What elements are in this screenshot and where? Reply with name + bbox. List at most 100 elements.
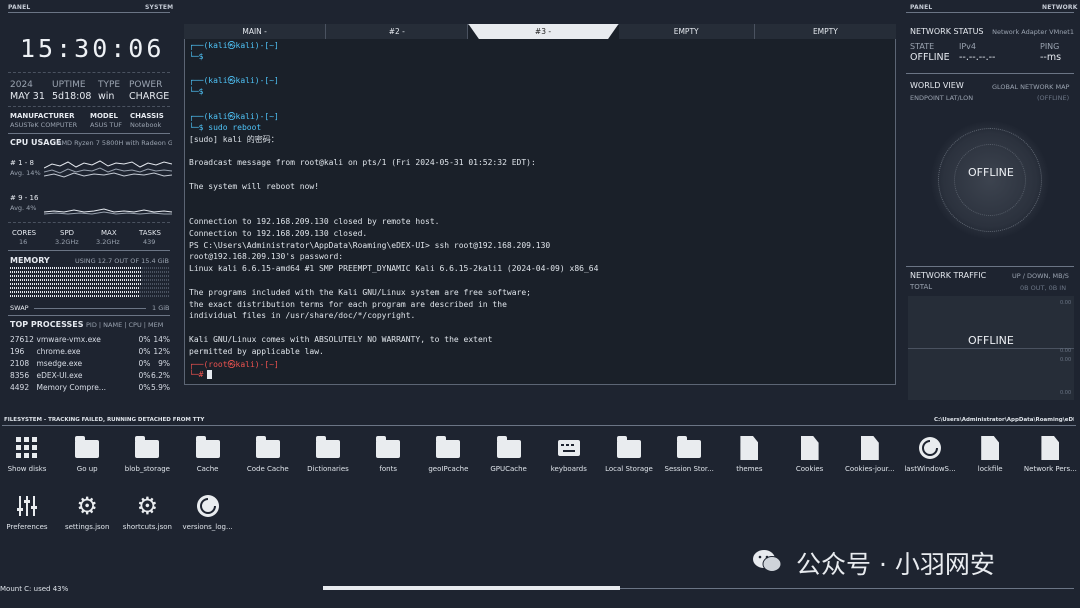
memory-usage-grid bbox=[10, 267, 170, 299]
file-item-cookies[interactable]: Cookies bbox=[781, 436, 839, 473]
file-item-label: Cookies bbox=[795, 465, 824, 473]
world-view-subtitle: GLOBAL NETWORK MAP bbox=[992, 83, 1070, 91]
file-item-lockfile[interactable]: lockfile bbox=[961, 436, 1019, 473]
folder-icon bbox=[316, 436, 340, 460]
sliders-icon bbox=[15, 494, 39, 518]
terminal-line: the exact distribution terms for each pr… bbox=[189, 299, 507, 309]
traffic-offline: OFFLINE bbox=[968, 334, 1014, 347]
year: 2024 bbox=[10, 80, 33, 90]
file-item-geoipcache[interactable]: geoIPcache bbox=[419, 436, 477, 473]
file-item-code-cache[interactable]: Code Cache bbox=[239, 436, 297, 473]
tab-2[interactable]: #2 - bbox=[326, 24, 469, 39]
file-item-label: Cache bbox=[196, 465, 219, 473]
uptime-value: 5d18:08 bbox=[52, 91, 92, 102]
memory-usage: USING 12.7 OUT OF 15.4 GiB bbox=[75, 257, 169, 265]
network-traffic-units: UP / DOWN, MB/S bbox=[1012, 272, 1069, 280]
process-mem: 12% bbox=[153, 347, 170, 356]
state-value: OFFLINE bbox=[910, 52, 950, 63]
top-processes-title: TOP PROCESSES bbox=[10, 320, 84, 329]
world-globe bbox=[930, 120, 1050, 240]
folder-up-icon bbox=[75, 436, 100, 460]
right-panel-header-section: NETWORK bbox=[1042, 4, 1078, 11]
ping-value: --ms bbox=[1040, 52, 1062, 63]
file-item-show-disks[interactable]: Show disks bbox=[0, 436, 56, 473]
chassis-value: Notebook bbox=[130, 121, 162, 129]
tasks-label: TASKS bbox=[139, 229, 161, 237]
terminal-line: ┌──(kali㉿kali)-[~] bbox=[189, 111, 279, 121]
power-label: POWER bbox=[129, 80, 163, 90]
file-item-session-stor[interactable]: Session Stor... bbox=[660, 436, 718, 473]
file-icon bbox=[1038, 436, 1062, 460]
file-item-gpucache[interactable]: GPUCache bbox=[480, 436, 538, 473]
process-mem: 6.2% bbox=[150, 371, 170, 380]
cpu-group2-label: # 9 - 16 bbox=[10, 194, 39, 202]
file-item-label: settings.json bbox=[64, 523, 110, 531]
file-item-fonts[interactable]: fonts bbox=[359, 436, 417, 473]
ipv4-value: --.--.--.-- bbox=[959, 52, 996, 63]
tab-3[interactable]: #3 - bbox=[468, 24, 619, 39]
filesystem-path: C:\Users\Administrator\AppData\Roaming\e… bbox=[934, 417, 1074, 423]
tab-empty-1[interactable]: EMPTY bbox=[618, 24, 755, 39]
swap-bar bbox=[34, 308, 146, 309]
file-item-settings-json[interactable]: ⚙ settings.json bbox=[58, 494, 116, 531]
swap-label: SWAP bbox=[10, 304, 29, 312]
cores-value: 16 bbox=[19, 238, 28, 246]
model-value: ASUS TUF bbox=[90, 121, 122, 129]
tab-empty-2[interactable]: EMPTY bbox=[754, 24, 896, 39]
process-mem: 14% bbox=[153, 335, 170, 344]
edex-icon bbox=[196, 494, 220, 518]
file-item-cookies-jour[interactable]: Cookies-jour... bbox=[841, 436, 899, 473]
model-label: MODEL bbox=[90, 112, 118, 120]
ping-label: PING bbox=[1040, 42, 1060, 51]
file-item-themes[interactable]: themes bbox=[720, 436, 778, 473]
max-label: MAX bbox=[101, 229, 117, 237]
terminal-window[interactable] bbox=[184, 24, 896, 385]
cpu-group1-graph bbox=[44, 160, 172, 178]
file-item-label: versions_log... bbox=[182, 523, 233, 531]
uptime-label: UPTIME bbox=[52, 80, 86, 90]
tab-main[interactable]: MAIN - bbox=[184, 24, 327, 39]
cpu-group2-graph bbox=[44, 208, 172, 215]
folder-icon bbox=[135, 436, 160, 460]
file-item-versions-log[interactable]: versions_log... bbox=[179, 494, 237, 531]
folder-icon bbox=[436, 436, 461, 460]
file-item-label: Go up bbox=[76, 465, 98, 473]
terminal-tabs: MAIN - #2 - #3 - EMPTY EMPTY bbox=[184, 24, 896, 39]
folder-icon bbox=[195, 436, 220, 460]
traffic-total-value: 0B OUT, 0B IN bbox=[1020, 284, 1067, 292]
top-processes-columns: PID | NAME | CPU | MEM bbox=[86, 321, 164, 329]
file-icon bbox=[978, 436, 1002, 460]
file-item-dictionaries[interactable]: Dictionaries bbox=[299, 436, 357, 473]
terminal-line: Kali GNU/Linux comes with ABSOLUTELY NO … bbox=[189, 335, 493, 344]
left-panel-header-label: PANEL bbox=[8, 4, 31, 11]
process-cpu: 0% bbox=[138, 335, 151, 344]
swap-value: 1 GiB bbox=[152, 304, 170, 312]
file-item-cache[interactable]: Cache bbox=[179, 436, 237, 473]
file-item-go-up[interactable]: Go up bbox=[58, 436, 116, 473]
grid-icon bbox=[15, 436, 39, 460]
file-item-preferences[interactable]: Preferences bbox=[0, 494, 56, 531]
file-item-lastwindows[interactable]: lastWindowS... bbox=[901, 436, 959, 473]
file-item-keyboards[interactable]: keyboards bbox=[540, 436, 598, 473]
traffic-scale-4: 0.00 bbox=[1060, 390, 1072, 396]
file-item-label: shortcuts.json bbox=[122, 523, 172, 531]
file-item-blob-storage[interactable]: blob_storage bbox=[118, 436, 176, 473]
file-item-network-pers[interactable]: Network Pers... bbox=[1021, 436, 1079, 473]
file-item-shortcuts-json[interactable]: ⚙ shortcuts.json bbox=[118, 494, 176, 531]
file-item-label: Show disks bbox=[7, 465, 47, 473]
max-value: 3.2GHz bbox=[96, 238, 120, 246]
file-item-label: geoIPcache bbox=[428, 465, 469, 473]
process-mem: 9% bbox=[158, 359, 170, 368]
file-item-label: keyboards bbox=[550, 465, 587, 473]
process-cpu: 0% bbox=[138, 359, 151, 368]
file-item-label: lockfile bbox=[977, 465, 1003, 473]
terminal-line: individual files in /usr/share/doc/*/cop… bbox=[189, 311, 416, 321]
file-item-label: Cookies-jour... bbox=[845, 465, 895, 473]
endpoint-label: ENDPOINT LAT/LON bbox=[910, 94, 974, 102]
terminal-line: permitted by applicable law. bbox=[189, 346, 324, 356]
file-item-local-storage[interactable]: Local Storage bbox=[600, 436, 658, 473]
manufacturer-value: ASUSTeK COMPUTER bbox=[10, 121, 78, 129]
process-row: 196 chrome.exe 0% 12% bbox=[10, 347, 170, 356]
process-pid: 2108 bbox=[10, 359, 30, 368]
terminal-cursor bbox=[207, 370, 213, 380]
